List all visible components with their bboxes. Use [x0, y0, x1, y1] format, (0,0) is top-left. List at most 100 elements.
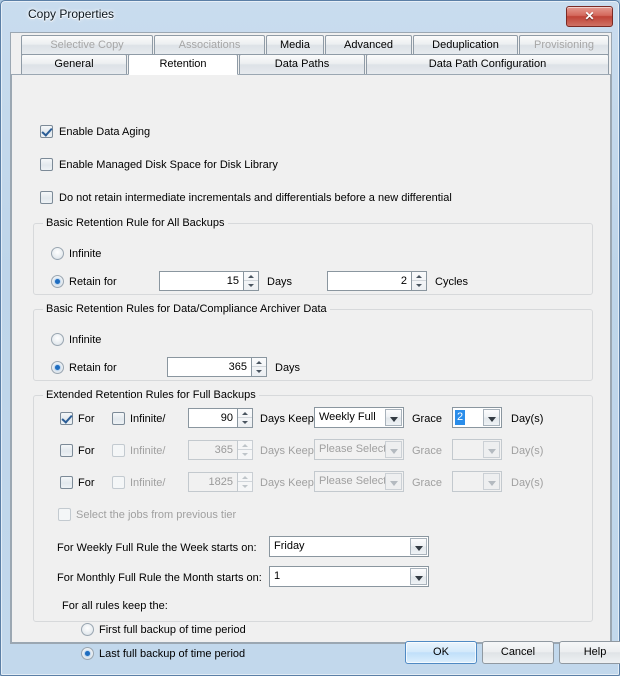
window-title: Copy Properties — [28, 7, 114, 21]
extended-row1-days-keep-label: Days Keep — [260, 413, 314, 426]
tab-deduplication[interactable]: Deduplication — [413, 35, 518, 55]
extended-row3-grace-combo — [452, 471, 502, 492]
tab-general[interactable]: General — [21, 54, 127, 75]
chevron-down-icon[interactable] — [483, 409, 500, 426]
extended-row2-grace-combo — [452, 439, 502, 460]
tab-media[interactable]: Media — [266, 35, 324, 55]
tab-label: General — [54, 58, 93, 70]
all-backups-days-input[interactable]: 15 — [159, 271, 244, 291]
basic-retention-all-backups-title: Basic Retention Rule for All Backups — [43, 217, 228, 230]
help-button-label: Help — [584, 646, 607, 658]
cancel-button-label: Cancel — [501, 646, 535, 658]
extended-row2-keep-value: Please Select — [319, 440, 386, 459]
month-starts-on-value: 1 — [274, 567, 280, 586]
spinner-down-icon — [238, 481, 252, 491]
enable-data-aging-label: Enable Data Aging — [59, 126, 150, 139]
tab-provisioning[interactable]: Provisioning — [519, 35, 609, 55]
extended-retention-title: Extended Retention Rules for Full Backup… — [43, 389, 259, 402]
archiver-retain-for-radio[interactable] — [51, 361, 64, 374]
extended-row2-days-unit-label: Day(s) — [511, 445, 543, 458]
extended-row1-grace-label: Grace — [412, 413, 442, 426]
chevron-down-icon[interactable] — [410, 538, 427, 555]
tab-strip: Selective Copy Associations Media Advanc… — [11, 33, 611, 71]
close-button[interactable]: ✕ — [566, 6, 613, 27]
tab-data-path-configuration[interactable]: Data Path Configuration — [366, 54, 609, 75]
all-backups-cycles-input[interactable]: 2 — [327, 271, 412, 291]
archiver-days-unit-label: Days — [275, 362, 300, 375]
ok-button-label: OK — [433, 646, 449, 658]
enable-managed-disk-space-label: Enable Managed Disk Space for Disk Libra… — [59, 159, 278, 172]
extended-row3-grace-label: Grace — [412, 477, 442, 490]
extended-row2-for-checkbox[interactable] — [60, 444, 73, 457]
enable-data-aging-checkbox[interactable] — [40, 125, 53, 138]
title-bar: Copy Properties ✕ — [1, 1, 619, 30]
tab-selective-copy[interactable]: Selective Copy — [21, 35, 153, 55]
week-starts-on-combo[interactable]: Friday — [269, 536, 429, 557]
spinner-down-icon[interactable] — [412, 280, 426, 290]
all-backups-days-spinner[interactable] — [244, 271, 259, 291]
do-not-retain-intermediate-checkbox[interactable] — [40, 191, 53, 204]
extended-row1-for-checkbox[interactable] — [60, 412, 73, 425]
spinner-down-icon[interactable] — [238, 417, 252, 427]
enable-managed-disk-space-checkbox[interactable] — [40, 158, 53, 171]
ok-button[interactable]: OK — [405, 641, 477, 664]
extended-row2-for-label: For — [78, 445, 95, 458]
extended-row1-infinite-label: Infinite/ — [130, 413, 165, 426]
do-not-retain-intermediate-label: Do not retain intermediate incrementals … — [59, 192, 452, 205]
chevron-down-icon — [385, 473, 402, 490]
extended-row1-grace-combo[interactable]: 2 — [452, 407, 502, 428]
extended-row1-grace-value: 2 — [455, 410, 465, 425]
all-backups-cycles-spinner[interactable] — [412, 271, 427, 291]
copy-properties-dialog: Copy Properties ✕ Selective Copy Associa… — [0, 0, 620, 676]
select-jobs-previous-tier-label: Select the jobs from previous tier — [76, 509, 236, 522]
tab-label: Media — [280, 39, 310, 51]
month-starts-on-combo[interactable]: 1 — [269, 566, 429, 587]
close-icon: ✕ — [567, 8, 612, 24]
all-backups-cycles-unit-label: Cycles — [435, 276, 468, 289]
tab-associations[interactable]: Associations — [154, 35, 265, 55]
extended-row3-keep-value: Please Select — [319, 472, 386, 491]
chevron-down-icon[interactable] — [385, 409, 402, 426]
spinner-down-icon — [238, 449, 252, 459]
extended-row3-for-checkbox[interactable] — [60, 476, 73, 489]
cancel-button[interactable]: Cancel — [482, 641, 554, 664]
extended-row3-for-label: For — [78, 477, 95, 490]
extended-row1-days-input[interactable]: 90 — [188, 408, 238, 428]
archiver-retain-for-label: Retain for — [69, 362, 117, 375]
extended-row3-keep-combo: Please Select — [314, 471, 404, 492]
help-button[interactable]: Help — [559, 641, 620, 664]
extended-row2-days-input: 365 — [188, 440, 238, 460]
all-backups-days-unit-label: Days — [267, 276, 292, 289]
first-full-backup-label: First full backup of time period — [99, 624, 246, 637]
spinner-down-icon[interactable] — [244, 280, 258, 290]
extended-row2-infinite-label: Infinite/ — [130, 445, 165, 458]
tab-label: Data Path Configuration — [429, 58, 546, 70]
week-starts-on-label: For Weekly Full Rule the Week starts on: — [57, 542, 257, 555]
tab-label: Provisioning — [534, 39, 594, 51]
first-full-backup-radio[interactable] — [81, 623, 94, 636]
all-backups-retain-for-radio[interactable] — [51, 275, 64, 288]
retention-panel: Enable Data Aging Enable Managed Disk Sp… — [11, 74, 611, 643]
tab-retention[interactable]: Retention — [128, 54, 238, 75]
extended-row1-days-spinner[interactable] — [238, 408, 253, 428]
extended-row1-for-label: For — [78, 413, 95, 426]
spinner-down-icon[interactable] — [252, 366, 266, 376]
tab-label: Deduplication — [432, 39, 499, 51]
tab-label: Selective Copy — [50, 39, 123, 51]
basic-retention-archiver-group: Basic Retention Rules for Data/Complianc… — [33, 309, 593, 381]
extended-row1-infinite-checkbox[interactable] — [112, 412, 125, 425]
select-jobs-previous-tier-checkbox — [58, 508, 71, 521]
tab-advanced[interactable]: Advanced — [325, 35, 412, 55]
chevron-down-icon[interactable] — [410, 568, 427, 585]
last-full-backup-radio[interactable] — [81, 647, 94, 660]
archiver-infinite-label: Infinite — [69, 334, 101, 347]
archiver-infinite-radio[interactable] — [51, 333, 64, 346]
archiver-days-spinner[interactable] — [252, 357, 267, 377]
extended-row1-keep-combo[interactable]: Weekly Full — [314, 407, 404, 428]
all-backups-infinite-radio[interactable] — [51, 247, 64, 260]
tab-data-paths[interactable]: Data Paths — [239, 54, 365, 75]
archiver-days-input[interactable]: 365 — [167, 357, 252, 377]
chevron-down-icon — [483, 441, 500, 458]
all-backups-retain-for-label: Retain for — [69, 276, 117, 289]
extended-row2-grace-label: Grace — [412, 445, 442, 458]
